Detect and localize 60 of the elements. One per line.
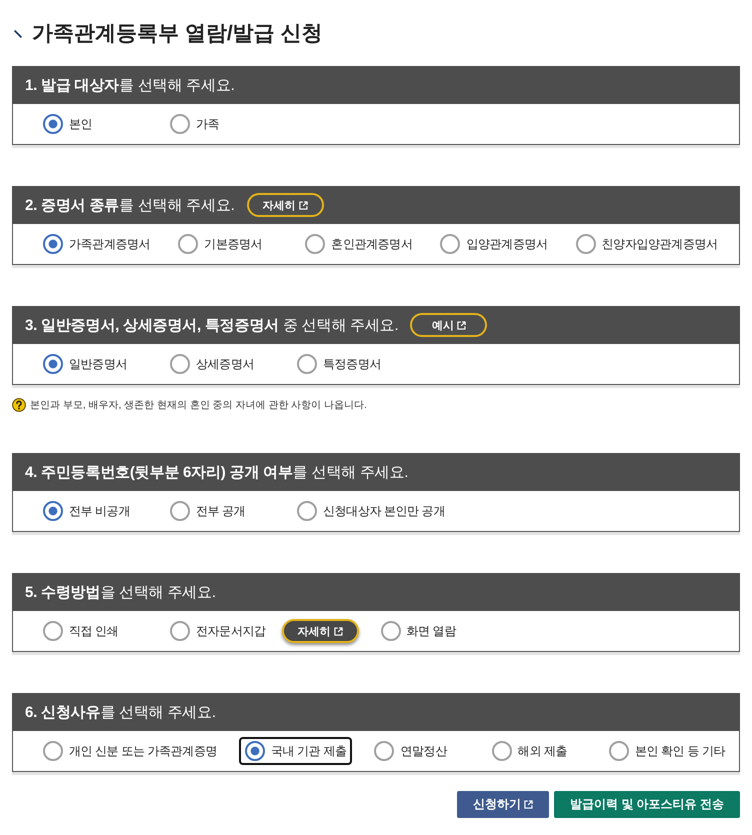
- external-link-icon: [334, 626, 343, 636]
- radio-button[interactable]: [305, 234, 326, 254]
- section-heading: 4. 주민등록번호(뒷부분 6자리) 공개 여부를 선택해 주세요.: [25, 462, 408, 482]
- section-heading: 2. 증명서 종류를 선택해 주세요.: [25, 196, 235, 214]
- radio-option[interactable]: 특정증명서: [291, 350, 388, 378]
- radio-option[interactable]: 입양관계증명서: [434, 230, 554, 258]
- radio-button[interactable]: [43, 741, 63, 761]
- radio-option[interactable]: 국내 기관 제출: [239, 737, 352, 765]
- radio-option[interactable]: 직접 인쇄: [37, 617, 124, 645]
- radio-option[interactable]: 본인 확인 등 기타: [602, 737, 731, 765]
- radio-button[interactable]: [43, 621, 63, 641]
- apply-button[interactable]: 신청하기: [456, 791, 549, 818]
- section-heading: 1. 발급 대상자를 선택해 주세요.: [25, 76, 235, 94]
- radio-button[interactable]: [440, 234, 460, 254]
- radio-button[interactable]: [170, 354, 190, 374]
- radio-option[interactable]: 가족관계증명서: [37, 230, 156, 258]
- page-title: 가족관계등록부 열람/발급 신청: [32, 21, 323, 47]
- question-mark-icon: [12, 398, 26, 412]
- section-heading: 3. 일반증명서, 상세증명서, 특정증명서 중 선택해 주세요.: [25, 316, 398, 334]
- radio-option[interactable]: 혼인관계증명서: [299, 230, 418, 258]
- radio-button[interactable]: [576, 234, 596, 254]
- radio-button[interactable]: [380, 621, 401, 641]
- external-link-icon: [298, 200, 308, 210]
- radio-option[interactable]: 전자문서지갑: [164, 617, 272, 645]
- note-text: 본인과 부모, 배우자, 생존한 현재의 혼인 중의 자녀에 관한 사항이 나옵니다.: [30, 399, 367, 412]
- radio-button[interactable]: [245, 741, 266, 761]
- radio-option[interactable]: 일반증명서: [37, 350, 134, 378]
- radio-option[interactable]: 친양자입양관계증명서: [570, 230, 724, 258]
- details-button[interactable]: 예시: [410, 313, 488, 337]
- radio-option[interactable]: 신청대상자 본인만 공개: [291, 497, 451, 525]
- radio-option[interactable]: 해외 제출: [486, 737, 574, 765]
- radio-button[interactable]: [170, 501, 190, 521]
- radio-button[interactable]: [43, 114, 63, 134]
- radio-option[interactable]: 연말정산: [368, 737, 453, 765]
- section-heading: 6. 신청사유를 선택해 주세요.: [25, 702, 216, 722]
- radio-option[interactable]: 전부 비공개: [37, 497, 136, 525]
- radio-option[interactable]: 본인: [37, 110, 98, 138]
- section-heading: 5. 수령방법을 선택해 주세요.: [25, 582, 216, 602]
- radio-button[interactable]: [374, 741, 394, 761]
- radio-button[interactable]: [297, 354, 317, 374]
- radio-button[interactable]: [492, 741, 512, 761]
- external-link-icon: [456, 320, 466, 330]
- radio-option[interactable]: 가족: [164, 110, 226, 138]
- radio-button[interactable]: [43, 234, 63, 254]
- radio-button[interactable]: [43, 354, 63, 374]
- radio-option[interactable]: 기본증명서: [172, 230, 268, 258]
- diagonal-line-icon: [14, 30, 22, 38]
- details-button[interactable]: 자세히: [246, 193, 324, 217]
- send-button[interactable]: 발급이력 및 아포스티유 전송: [554, 791, 740, 818]
- details-button[interactable]: 자세히: [282, 619, 359, 643]
- radio-option[interactable]: 화면 열람: [374, 617, 462, 645]
- radio-option[interactable]: 상세증명서: [164, 350, 260, 378]
- radio-option[interactable]: 개인 신분 또는 가족관계증명: [37, 737, 224, 765]
- radio-button[interactable]: [170, 621, 190, 641]
- radio-button[interactable]: [608, 741, 629, 761]
- radio-button[interactable]: [170, 114, 190, 134]
- radio-button[interactable]: [43, 501, 63, 521]
- radio-button[interactable]: [297, 501, 317, 521]
- radio-option[interactable]: 전부 공개: [164, 497, 252, 525]
- radio-button[interactable]: [178, 234, 198, 254]
